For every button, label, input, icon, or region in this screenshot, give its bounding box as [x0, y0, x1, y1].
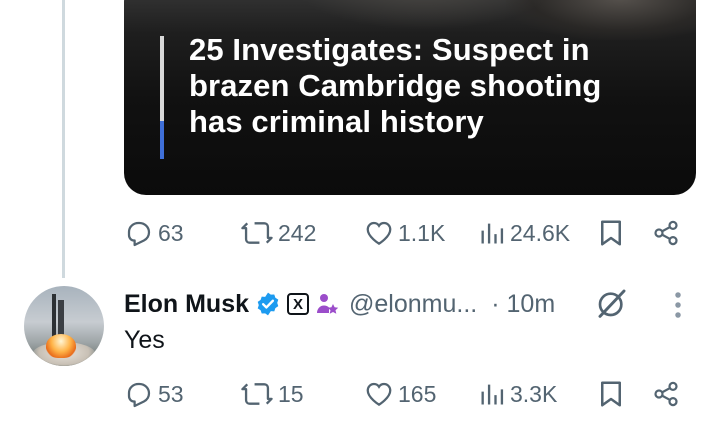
reply-icon: [127, 221, 151, 247]
post-text: Yes: [124, 326, 165, 354]
like-count: 165: [398, 380, 437, 407]
post-author-row: Elon Musk X @elonmu... · 10m: [124, 286, 555, 322]
more-vertical-icon: [675, 292, 681, 318]
like-button[interactable]: 1.1K: [364, 213, 445, 253]
share-button[interactable]: [652, 374, 680, 414]
views-count: 24.6K: [510, 219, 571, 246]
share-button[interactable]: [652, 213, 680, 253]
link-preview-card[interactable]: 25 Investigates: Suspect in brazen Cambr…: [124, 0, 696, 195]
verified-badge-icon[interactable]: [255, 291, 281, 317]
avatar-flame: [46, 334, 76, 358]
x-affiliate-badge[interactable]: X: [287, 293, 310, 315]
repost-icon: [241, 383, 273, 405]
author-handle[interactable]: @elonmu...: [349, 290, 477, 319]
headline-line-1: 25 Investigates: Suspect in: [189, 32, 590, 67]
share-icon: [654, 381, 678, 407]
bookmark-icon: [601, 381, 621, 407]
reply-button[interactable]: 53: [124, 374, 184, 414]
post-action-bar: 63 242 1.1K 24.6K: [0, 213, 717, 253]
avatar[interactable]: [24, 286, 104, 366]
repost-button[interactable]: 15: [240, 374, 304, 414]
heart-icon: [366, 382, 392, 406]
bookmark-icon: [601, 220, 621, 246]
x-badge-glyph: X: [293, 295, 304, 313]
headline-bar-accent: [160, 121, 164, 159]
repost-count: 15: [278, 380, 304, 407]
bar-chart-icon: [481, 223, 504, 244]
post-action-bar-2: 53 15 165 3.3K: [0, 374, 717, 414]
grok-button[interactable]: [596, 287, 628, 324]
share-icon: [654, 220, 678, 246]
author-name[interactable]: Elon Musk: [124, 290, 249, 319]
views-button[interactable]: 24.6K: [478, 213, 570, 253]
card-headline: 25 Investigates: Suspect in brazen Cambr…: [189, 32, 669, 140]
repost-icon: [241, 222, 273, 244]
post-time: 10m: [506, 289, 556, 318]
views-button[interactable]: 3.3K: [478, 374, 557, 414]
post-timestamp[interactable]: · 10m: [491, 290, 555, 319]
more-options-button[interactable]: [672, 290, 684, 325]
reply-count: 63: [158, 219, 184, 246]
grok-icon: [598, 289, 626, 318]
headline-line-3: has criminal history: [189, 104, 484, 139]
repost-button[interactable]: 242: [240, 213, 316, 253]
headline-line-2: brazen Cambridge shooting: [189, 68, 602, 103]
like-button[interactable]: 165: [364, 374, 436, 414]
reply-button[interactable]: 63: [124, 213, 184, 253]
card-background-image-detail: [294, 0, 554, 30]
heart-icon: [366, 221, 392, 245]
bar-chart-icon: [481, 384, 504, 405]
bookmark-button[interactable]: [598, 213, 624, 253]
parody-person-icon[interactable]: [315, 292, 339, 316]
reply-icon: [127, 382, 151, 408]
reply-count: 53: [158, 380, 184, 407]
bookmark-button[interactable]: [598, 374, 624, 414]
views-count: 3.3K: [510, 380, 558, 407]
repost-count: 242: [278, 219, 317, 246]
like-count: 1.1K: [398, 219, 446, 246]
